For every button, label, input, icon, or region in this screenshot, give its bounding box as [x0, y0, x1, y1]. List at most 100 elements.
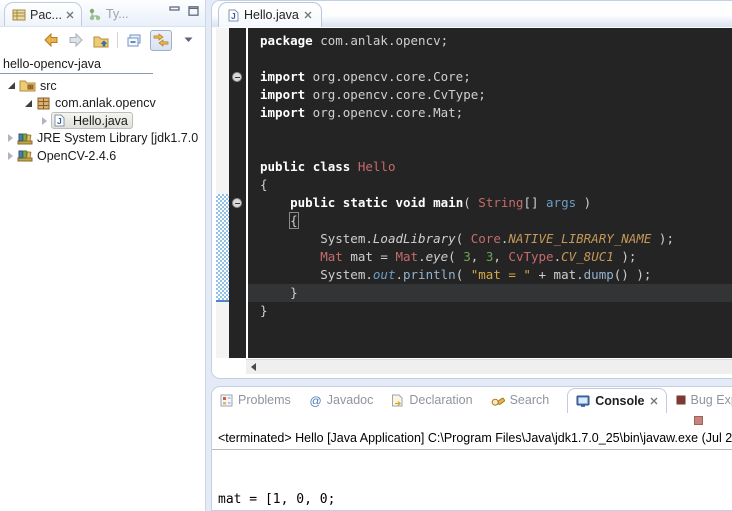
- collapse-all-button[interactable]: [125, 31, 143, 49]
- tab-console[interactable]: Console: [567, 388, 666, 413]
- range-indicator: [216, 194, 229, 302]
- forward-arrow-icon: [68, 33, 84, 47]
- chevron-down-icon: [184, 37, 193, 43]
- scroll-left-icon[interactable]: [251, 363, 256, 371]
- java-file-icon: J: [228, 9, 239, 22]
- tab-javadoc-label: Javadoc: [327, 393, 374, 407]
- library-icon: [17, 132, 33, 145]
- collapse-arrow-icon[interactable]: [8, 134, 13, 142]
- close-icon[interactable]: [304, 11, 312, 19]
- bug-square-icon: [676, 395, 686, 405]
- code-line: import org.opencv.core.Mat;: [260, 104, 732, 122]
- java-file-icon: J: [54, 114, 65, 127]
- collapse-arrow-icon[interactable]: [42, 117, 47, 125]
- code-line: [260, 140, 732, 158]
- code-line: [260, 122, 732, 140]
- forward-button[interactable]: [67, 31, 85, 49]
- code-line: import org.opencv.core.Core;: [260, 68, 732, 86]
- console-status-line: <terminated> Hello [Java Application] C:…: [212, 429, 732, 450]
- project-tree: src com.anlak.opencv J Hello.java: [0, 77, 205, 165]
- folding-ruler[interactable]: [229, 28, 246, 358]
- tree-item-label: JRE System Library [jdk1.7.0: [37, 131, 198, 145]
- tab-type-hierarchy-label: Ty...: [106, 7, 129, 21]
- collapse-arrow-icon[interactable]: [8, 152, 13, 160]
- code-line: [260, 50, 732, 68]
- back-button[interactable]: [42, 31, 60, 49]
- maximize-icon[interactable]: [188, 6, 199, 16]
- tab-declaration-label: Declaration: [409, 393, 472, 407]
- tree-item-jre-library[interactable]: JRE System Library [jdk1.7.0: [0, 130, 205, 148]
- expand-arrow-icon[interactable]: [25, 100, 32, 107]
- library-icon: [17, 149, 33, 162]
- project-header-underline: [0, 73, 153, 74]
- tab-console-label: Console: [595, 394, 644, 408]
- tree-item-label: OpenCV-2.4.6: [37, 149, 116, 163]
- tree-item-src[interactable]: src: [0, 77, 205, 95]
- bottom-view-tabbar: Problems @ Javadoc Declaration Search: [212, 387, 732, 413]
- svg-text:@: @: [309, 394, 321, 407]
- code-line: {: [260, 176, 732, 194]
- tab-package-explorer[interactable]: Pac...: [4, 2, 82, 26]
- view-menu-button[interactable]: [179, 31, 197, 49]
- source-folder-icon: [19, 79, 36, 92]
- toolbar-separator: [117, 32, 118, 48]
- editor-body: package com.anlak.opencv; import org.ope…: [212, 28, 732, 358]
- editor-tabbar: J Hello.java: [212, 1, 732, 28]
- editor-tab-label: Hello.java: [244, 8, 299, 22]
- fold-collapse-icon[interactable]: [232, 198, 242, 208]
- code-line: System.out.println( "mat = " + mat.dump(…: [260, 266, 732, 284]
- tree-item-hello-java[interactable]: J Hello.java: [0, 112, 205, 130]
- code-line: System.LoadLibrary( Core.NATIVE_LIBRARY_…: [260, 230, 732, 248]
- close-icon[interactable]: [650, 397, 658, 405]
- code-line: import org.opencv.core.CvType;: [260, 86, 732, 104]
- package-explorer-toolbar: [0, 27, 205, 53]
- link-with-editor-button[interactable]: [150, 30, 172, 51]
- console-output-line: mat = [1, 0, 0;: [218, 490, 726, 509]
- code-line: public class Hello: [260, 158, 732, 176]
- selected-row-highlight: J Hello.java: [51, 112, 133, 129]
- package-icon: [36, 97, 51, 110]
- code-line: }: [248, 284, 732, 302]
- tab-bug-explorer[interactable]: Bug Explorer: [676, 393, 732, 407]
- close-icon[interactable]: [66, 11, 74, 19]
- type-hierarchy-icon: [89, 8, 102, 21]
- tab-problems-label: Problems: [238, 393, 291, 407]
- javadoc-icon: @: [309, 394, 322, 407]
- code-line: }: [260, 302, 732, 320]
- folder-up-icon: [93, 33, 110, 48]
- tab-package-explorer-label: Pac...: [30, 8, 62, 22]
- tab-javadoc[interactable]: @ Javadoc: [309, 393, 383, 407]
- console-output[interactable]: mat = [1, 0, 0; 0, 1, 0; 0, 0, 1]: [212, 450, 732, 511]
- tree-item-label: src: [40, 79, 57, 93]
- go-up-button[interactable]: [92, 31, 110, 49]
- horizontal-scrollbar-row: [212, 358, 732, 374]
- tab-search-label: Search: [510, 393, 550, 407]
- code-editor[interactable]: package com.anlak.opencv; import org.ope…: [248, 28, 732, 358]
- package-explorer-icon: [12, 8, 26, 22]
- editor-area: J Hello.java package com.anlak.opencv; i…: [211, 0, 732, 379]
- tab-search[interactable]: Search: [491, 393, 559, 407]
- console-toolbar: [212, 413, 732, 429]
- tree-item-opencv-library[interactable]: OpenCV-2.4.6: [0, 147, 205, 165]
- tab-declaration[interactable]: Declaration: [391, 393, 481, 407]
- search-icon: [491, 394, 505, 407]
- code-line: {: [260, 212, 732, 230]
- package-explorer-view: Pac... Ty...: [0, 0, 206, 511]
- console-view: Problems @ Javadoc Declaration Search: [211, 386, 732, 511]
- console-icon: [576, 395, 590, 408]
- fold-collapse-icon[interactable]: [232, 72, 242, 82]
- project-header[interactable]: hello-opencv-java: [0, 53, 205, 73]
- tab-hello-java[interactable]: J Hello.java: [218, 2, 322, 27]
- tab-problems[interactable]: Problems: [220, 393, 300, 407]
- tab-bug-explorer-label: Bug Explorer: [691, 393, 732, 407]
- minimize-icon[interactable]: [169, 6, 180, 16]
- tree-item-label: com.anlak.opencv: [55, 96, 156, 110]
- svg-text:J: J: [57, 116, 62, 126]
- horizontal-scrollbar[interactable]: [246, 359, 732, 374]
- expand-arrow-icon[interactable]: [8, 82, 15, 89]
- tab-type-hierarchy[interactable]: Ty...: [82, 2, 136, 26]
- annotation-ruler[interactable]: [216, 28, 229, 358]
- code-line: package com.anlak.opencv;: [260, 32, 732, 50]
- terminate-icon[interactable]: [694, 416, 703, 425]
- tree-item-package[interactable]: com.anlak.opencv: [0, 95, 205, 113]
